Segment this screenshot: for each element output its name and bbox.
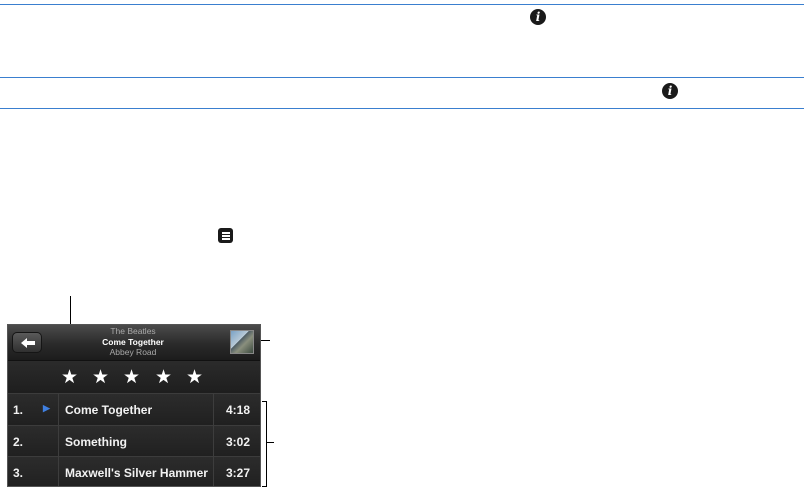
tracklist-bracket (266, 401, 267, 487)
album-title: Abbey Road (109, 347, 157, 357)
tracklist-bracket (262, 486, 267, 487)
track-number: 1. (13, 403, 24, 417)
track-duration: 3:27 (226, 466, 251, 480)
back-button[interactable] (12, 332, 42, 353)
column-divider (213, 393, 214, 486)
track-duration: 3:02 (226, 435, 251, 449)
list-icon (218, 228, 233, 243)
star-icon[interactable]: ★ (123, 367, 140, 387)
album-artwork-button[interactable] (230, 330, 254, 354)
star-icon[interactable]: ★ (155, 367, 172, 387)
rating-row: ★ ★ ★ ★ ★ (8, 361, 260, 393)
middle-rule (0, 77, 804, 78)
star-icon[interactable]: ★ (61, 367, 78, 387)
track-row[interactable]: 3. Maxwell's Silver Hammer 3:27 (8, 456, 260, 486)
now-playing-bar: The Beatles Come Together Abbey Road (8, 325, 260, 361)
track-row[interactable]: 1. ▶ Come Together 4:18 (8, 393, 260, 425)
top-rule (0, 4, 804, 5)
track-title: Come Together (65, 403, 153, 417)
tracklist-callout-line (266, 442, 274, 443)
track-number: 2. (13, 435, 24, 449)
star-icon[interactable]: ★ (186, 367, 203, 387)
track-title: Maxwell's Silver Hammer (65, 466, 208, 480)
column-divider (58, 393, 59, 486)
now-playing-icon: ▶ (43, 403, 50, 413)
track-list-screen: The Beatles Come Together Abbey Road ★ ★… (7, 324, 261, 487)
info-icon: i (662, 83, 678, 99)
info-icon: i (530, 9, 546, 25)
star-icon[interactable]: ★ (92, 367, 109, 387)
track-row[interactable]: 2. Something 3:02 (8, 425, 260, 457)
track-title: Something (65, 435, 127, 449)
track-number: 3. (13, 466, 24, 480)
now-playing-info: The Beatles Come Together Abbey Road (48, 326, 218, 358)
artist-name: The Beatles (110, 326, 156, 336)
bottom-rule (0, 108, 804, 109)
back-arrow-icon (21, 338, 35, 348)
track-duration: 4:18 (226, 403, 251, 417)
song-title: Come Together (102, 336, 164, 347)
